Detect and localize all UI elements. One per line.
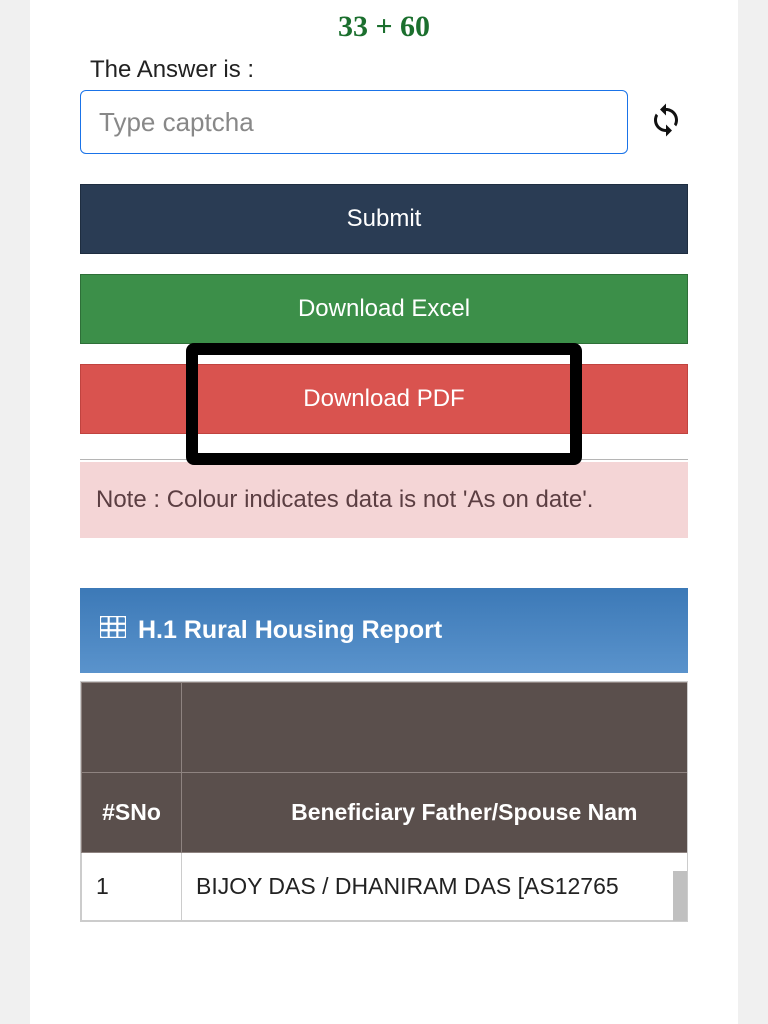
refresh-captcha-button[interactable]: [644, 100, 688, 144]
table-row: 1 BIJOY DAS / DHANIRAM DAS [AS12765: [82, 853, 689, 921]
note-banner: Note : Colour indicates data is not 'As …: [80, 462, 688, 538]
table-header-sno: #SNo: [82, 773, 182, 853]
table-icon: [100, 616, 126, 645]
report-header: H.1 Rural Housing Report: [80, 588, 688, 673]
download-pdf-label: Download PDF: [303, 385, 464, 412]
download-excel-button[interactable]: Download Excel: [80, 274, 688, 344]
download-pdf-button[interactable]: Download PDF: [80, 364, 688, 434]
cell-beneficiary: BIJOY DAS / DHANIRAM DAS [AS12765: [182, 853, 689, 921]
captcha-label: The Answer is :: [90, 56, 688, 84]
captcha-question: 33 + 60: [80, 0, 688, 52]
cell-sno: 1: [82, 853, 182, 921]
table-header-beneficiary: Beneficiary Father/Spouse Nam: [182, 773, 689, 853]
submit-button[interactable]: Submit: [80, 184, 688, 254]
table-header-blank-1: [82, 683, 182, 773]
scrollbar-thumb[interactable]: [673, 871, 687, 921]
table-header-blank-2: [182, 683, 689, 773]
divider: [80, 459, 688, 460]
report-table: #SNo Beneficiary Father/Spouse Nam 1 BIJ…: [80, 681, 688, 922]
refresh-icon: [648, 102, 684, 143]
captcha-input[interactable]: [80, 90, 628, 154]
report-title: H.1 Rural Housing Report: [138, 616, 442, 645]
